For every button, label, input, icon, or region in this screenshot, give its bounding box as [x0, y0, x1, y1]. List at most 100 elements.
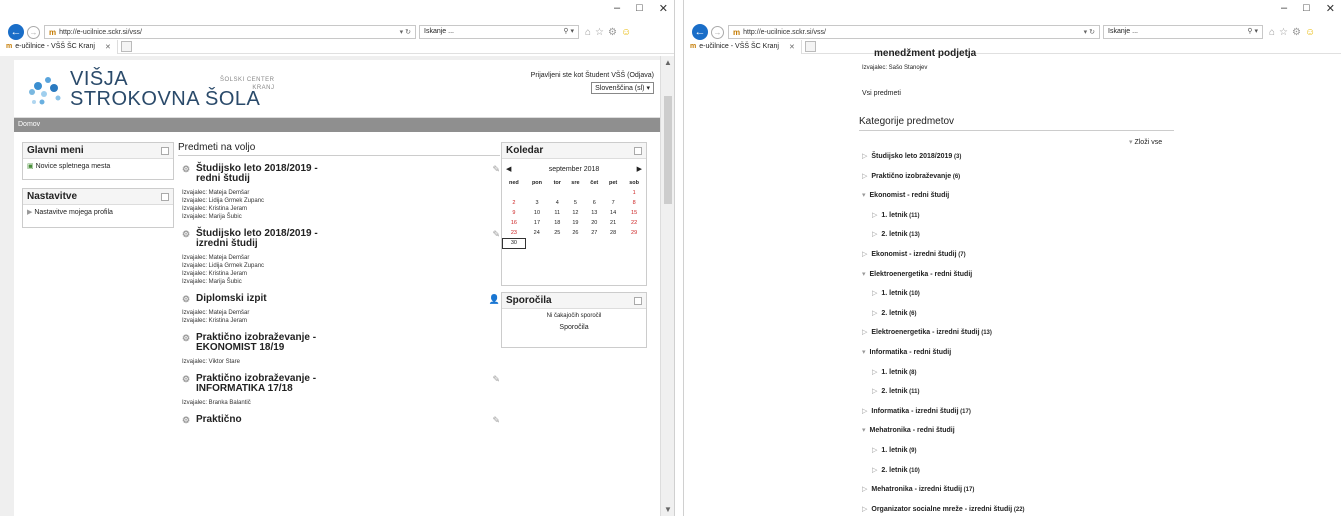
- collapsed-arrow-icon[interactable]: ▷: [872, 369, 877, 376]
- settings-gear-icon[interactable]: ⚙: [608, 27, 617, 38]
- next-month-icon[interactable]: ▶: [637, 165, 642, 173]
- calendar-day[interactable]: 5: [566, 198, 585, 208]
- subcategory-item[interactable]: ▷ 2. letnik (11): [872, 387, 919, 395]
- calendar-day[interactable]: 28: [604, 228, 623, 238]
- collapsed-arrow-icon[interactable]: ▷: [872, 290, 877, 297]
- teacher-name[interactable]: Izvajalec: Marija Šubic: [182, 278, 500, 286]
- scroll-up-icon[interactable]: ▲: [661, 58, 674, 67]
- category-item[interactable]: ▷ Mehatronika - izredni študij (17): [862, 485, 974, 493]
- teacher-name[interactable]: Izvajalec: Kristina Jeram: [182, 205, 500, 213]
- collapsed-arrow-icon[interactable]: ▷: [862, 506, 867, 513]
- teacher-name[interactable]: Izvajalec: Kristina Jeram: [182, 270, 500, 278]
- feedback-smiley-icon[interactable]: ☺: [1305, 27, 1315, 38]
- calendar-day[interactable]: 25: [549, 228, 566, 238]
- search-icon[interactable]: ⚲ ▾: [563, 26, 574, 38]
- refresh-icon[interactable]: ▾ ↻: [400, 28, 411, 36]
- course-name[interactable]: ⚙ Študijsko leto 2018/2019 - redni študij: [178, 164, 328, 184]
- breadcrumb-home[interactable]: Domov: [18, 121, 40, 128]
- subcategory-item[interactable]: ▷ 1. letnik (9): [872, 446, 916, 454]
- category-item[interactable]: ▷ Organizator socialne mreže - izredni št…: [862, 505, 1025, 513]
- calendar-day[interactable]: 27: [585, 228, 604, 238]
- refresh-icon[interactable]: ▾ ↻: [1084, 28, 1095, 36]
- collapsed-arrow-icon[interactable]: ▷: [862, 251, 867, 258]
- login-text[interactable]: Prijavljeni ste kot Študent VŠŠ (Odjava): [531, 72, 654, 79]
- collapse-icon[interactable]: [634, 147, 642, 155]
- teacher-name[interactable]: Izvajalec: Mateja Demšar: [182, 254, 500, 262]
- teacher-name[interactable]: Izvajalec: Viktor Stare: [182, 358, 500, 366]
- close-tab-icon[interactable]: ✕: [789, 43, 795, 51]
- language-select[interactable]: Slovenščina (sl) ▾: [591, 82, 654, 94]
- home-icon[interactable]: ⌂: [585, 27, 591, 38]
- collapse-all[interactable]: ▾ Zloži vse: [1129, 138, 1162, 146]
- back-arrow-icon[interactable]: ←: [692, 24, 708, 40]
- teacher-name[interactable]: Izvajalec: Mateja Demšar: [182, 309, 500, 317]
- scroll-thumb[interactable]: [664, 96, 672, 204]
- calendar-day[interactable]: 2: [503, 198, 526, 208]
- forward-arrow-icon[interactable]: →: [27, 25, 40, 39]
- forward-arrow-icon[interactable]: →: [711, 25, 724, 39]
- teacher-name[interactable]: Izvajalec: Lidija Grmek Zupanc: [182, 197, 500, 205]
- category-item[interactable]: ▾ Ekonomist - redni študij: [862, 191, 949, 199]
- main-menu-item[interactable]: Novice spletnega mesta: [36, 163, 111, 170]
- calendar-day[interactable]: 29: [623, 228, 646, 238]
- course-name[interactable]: ⚙ Praktično izobraževanje - INFORMATIKA 1…: [178, 374, 328, 394]
- scroll-down-icon[interactable]: ▼: [661, 505, 674, 514]
- messages-link[interactable]: Sporočila: [502, 324, 646, 331]
- expanded-arrow-icon[interactable]: ▾: [862, 349, 866, 356]
- expanded-arrow-icon[interactable]: ▾: [862, 192, 866, 199]
- teacher-name[interactable]: Izvajalec: Branka Balantič: [182, 399, 500, 407]
- collapsed-arrow-icon[interactable]: ▷: [872, 388, 877, 395]
- subcategory-item[interactable]: ▷ 1. letnik (8): [872, 368, 916, 376]
- category-item[interactable]: ▾ Informatika - redni študij: [862, 348, 951, 356]
- teacher-name[interactable]: Izvajalec: Marija Šubic: [182, 213, 500, 221]
- address-bar[interactable]: m http://e-ucilnice.sckr.si/vss/ ▾ ↻: [44, 25, 416, 39]
- cut-course-name[interactable]: menedžment podjetja: [874, 48, 976, 59]
- course-name[interactable]: ⚙ Študijsko leto 2018/2019 - izredni štud…: [178, 229, 328, 249]
- category-item[interactable]: ▾ Mehatronika - redni študij: [862, 426, 955, 434]
- search-icon[interactable]: ⚲ ▾: [1247, 26, 1258, 38]
- prev-month-icon[interactable]: ◀: [506, 165, 511, 173]
- subcategory-item[interactable]: ▷ 2. letnik (10): [872, 466, 920, 474]
- new-tab-button[interactable]: [120, 41, 132, 52]
- back-arrow-icon[interactable]: ←: [8, 24, 24, 40]
- new-tab-button[interactable]: [804, 41, 816, 52]
- collapse-icon[interactable]: [161, 147, 169, 155]
- favorites-star-icon[interactable]: ☆: [595, 27, 604, 38]
- calendar-day[interactable]: 30: [502, 237, 526, 249]
- calendar-day[interactable]: 9: [503, 208, 526, 218]
- category-item[interactable]: ▷ Praktično izobraževanje (6): [862, 172, 960, 180]
- course-name[interactable]: ⚙ Praktično izobraževanje - EKONOMIST 18/…: [178, 333, 328, 353]
- calendar-day[interactable]: 13: [585, 208, 604, 218]
- maximize-icon[interactable]: □: [1303, 2, 1310, 15]
- calendar-day[interactable]: 11: [549, 208, 566, 218]
- calendar-day[interactable]: 10: [525, 208, 548, 218]
- subcategory-item[interactable]: ▷ 1. letnik (11): [872, 211, 919, 219]
- category-item[interactable]: ▷ Študijsko leto 2018/2019 (3): [862, 152, 961, 160]
- close-icon[interactable]: ✕: [659, 2, 668, 15]
- collapsed-arrow-icon[interactable]: ▷: [872, 231, 877, 238]
- address-bar[interactable]: m http://e-ucilnice.sckr.si/vss/ ▾ ↻: [728, 25, 1100, 39]
- calendar-day[interactable]: 14: [604, 208, 623, 218]
- calendar-day[interactable]: 24: [525, 228, 548, 238]
- feedback-smiley-icon[interactable]: ☺: [621, 27, 631, 38]
- collapsed-arrow-icon[interactable]: ▷: [872, 212, 877, 219]
- collapse-icon[interactable]: [161, 193, 169, 201]
- calendar-day[interactable]: 16: [503, 218, 526, 228]
- collapsed-arrow-icon[interactable]: ▷: [862, 408, 867, 415]
- subcategory-item[interactable]: ▷ 2. letnik (13): [872, 230, 920, 238]
- calendar-day[interactable]: 23: [503, 228, 526, 238]
- teacher-name[interactable]: Izvajalec: Lidija Grmek Zupanc: [182, 262, 500, 270]
- home-icon[interactable]: ⌂: [1269, 27, 1275, 38]
- calendar-day[interactable]: 7: [604, 198, 623, 208]
- minimize-icon[interactable]: –: [614, 2, 620, 15]
- all-courses-link[interactable]: Vsi predmeti: [862, 90, 901, 97]
- favorites-star-icon[interactable]: ☆: [1279, 27, 1288, 38]
- calendar-day[interactable]: 18: [549, 218, 566, 228]
- expanded-arrow-icon[interactable]: ▾: [862, 427, 866, 434]
- category-item[interactable]: ▷ Informatika - izredni študij (17): [862, 407, 971, 415]
- subcategory-item[interactable]: ▷ 1. letnik (10): [872, 289, 920, 297]
- course-name[interactable]: ⚙ Diplomski izpit: [178, 294, 328, 305]
- category-item[interactable]: ▷ Ekonomist - izredni študij (7): [862, 250, 966, 258]
- collapsed-arrow-icon[interactable]: ▷: [872, 447, 877, 454]
- collapsed-arrow-icon[interactable]: ▷: [862, 173, 867, 180]
